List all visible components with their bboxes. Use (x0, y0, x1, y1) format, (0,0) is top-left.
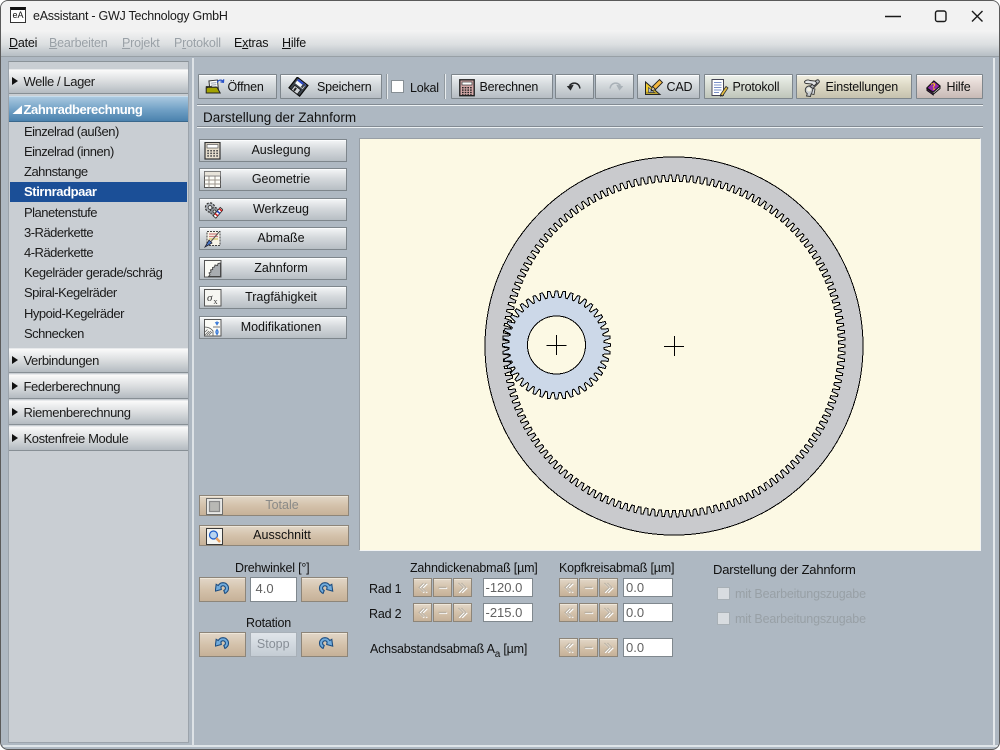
svg-text:x: x (214, 297, 218, 306)
svg-text:σ: σ (207, 292, 213, 304)
